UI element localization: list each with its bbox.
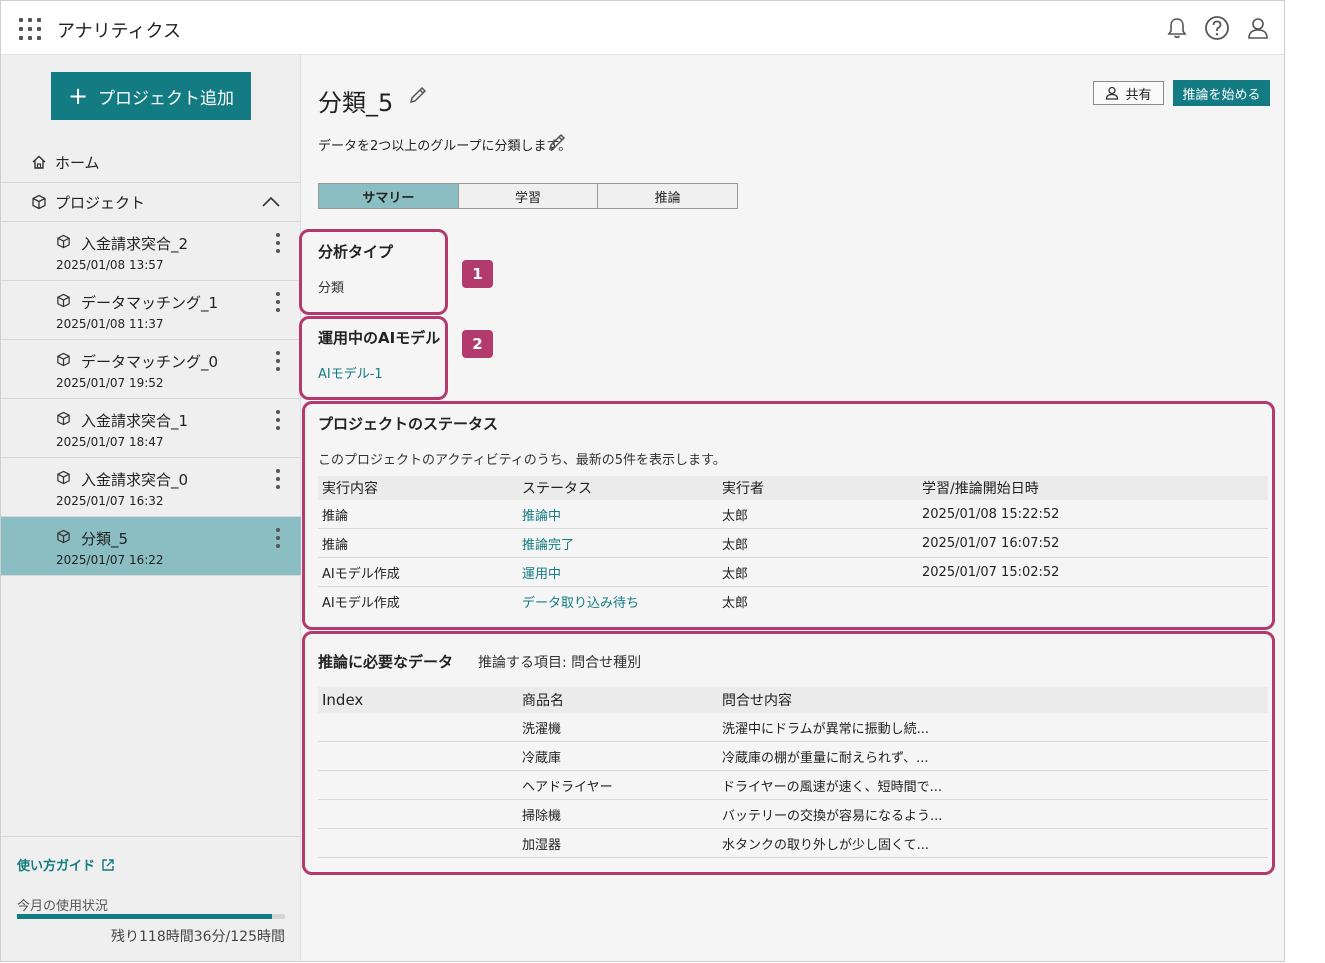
cube-icon — [57, 234, 70, 249]
app-launcher-icon[interactable] — [19, 18, 41, 40]
project-name: 入金請求突合_1 — [81, 412, 189, 430]
cube-icon — [57, 411, 70, 426]
nav-home[interactable]: ホーム — [1, 143, 301, 181]
project-item[interactable]: 入金請求突合_0 2025/01/07 16:32 — [1, 458, 301, 517]
more-options-icon[interactable] — [276, 292, 280, 314]
callout-frame — [302, 631, 1275, 875]
top-bar: アナリティクス — [1, 1, 1284, 55]
project-name: 入金請求突合_0 — [81, 471, 189, 489]
cube-icon — [57, 529, 70, 544]
help-icon[interactable] — [1204, 15, 1230, 41]
callout-frame — [302, 401, 1275, 630]
callout-frame — [299, 316, 448, 400]
usage-label: 今月の使用状況 — [17, 899, 109, 914]
project-item[interactable]: データマッチング_0 2025/01/07 19:52 — [1, 340, 301, 399]
usage-guide-label: 使い方ガイド — [17, 859, 96, 874]
project-description: データを2つ以上のグループに分類します。 — [318, 139, 572, 154]
project-date: 2025/01/08 13:57 — [56, 258, 164, 272]
usage-guide-link[interactable]: 使い方ガイド — [17, 855, 115, 874]
page-title: 分類_5 — [318, 89, 394, 117]
project-list: 入金請求突合_2 2025/01/08 13:57 データマッチング_1 202… — [1, 222, 301, 576]
user-icon — [1106, 86, 1119, 100]
nav-projects-label: プロジェクト — [55, 193, 146, 212]
nav-home-label: ホーム — [55, 153, 100, 172]
home-icon — [32, 155, 46, 169]
more-options-icon[interactable] — [276, 528, 280, 550]
sidebar-footer: 使い方ガイド 今月の使用状況 残り118時間36分/125時間 — [1, 836, 301, 961]
app-window: アナリティクス + プロジェクト追加 ホーム プロジェクト 入金請求突合_2 2… — [0, 0, 1285, 962]
add-project-button[interactable]: + プロジェクト追加 — [51, 72, 251, 120]
sidebar: + プロジェクト追加 ホーム プロジェクト 入金請求突合_2 2025/01/0… — [1, 55, 301, 961]
project-date: 2025/01/08 11:37 — [56, 317, 164, 331]
cube-icon — [32, 194, 46, 210]
user-icon[interactable] — [1245, 15, 1271, 41]
project-date: 2025/01/07 19:52 — [56, 376, 164, 390]
cube-icon — [57, 293, 70, 308]
callout-badge: 1 — [462, 260, 493, 288]
project-date: 2025/01/07 16:22 — [56, 553, 164, 567]
more-options-icon[interactable] — [276, 351, 280, 373]
project-name: 分類_5 — [81, 530, 129, 548]
project-date: 2025/01/07 16:32 — [56, 494, 164, 508]
callout-badge: 2 — [462, 330, 493, 358]
project-item-selected[interactable]: 分類_5 2025/01/07 16:22 — [1, 517, 301, 576]
project-date: 2025/01/07 18:47 — [56, 435, 164, 449]
add-project-label: プロジェクト追加 — [98, 88, 235, 109]
main-content: 分類_5 データを2つ以上のグループに分類します。 共有 推論を始める サマリー… — [299, 55, 1284, 961]
usage-progress-fill — [17, 914, 272, 919]
project-item[interactable]: 入金請求突合_2 2025/01/08 13:57 — [1, 222, 301, 281]
edit-pencil-icon[interactable] — [407, 84, 429, 106]
cube-icon — [57, 352, 70, 367]
project-name: データマッチング_1 — [81, 294, 219, 312]
tab-inference[interactable]: 推論 — [598, 184, 738, 208]
chevron-up-icon[interactable] — [261, 194, 281, 210]
usage-progress-bar — [17, 914, 285, 919]
plus-icon: + — [67, 82, 89, 110]
project-item[interactable]: 入金請求突合_1 2025/01/07 18:47 — [1, 399, 301, 458]
project-name: 入金請求突合_2 — [81, 235, 189, 253]
callout-frame — [299, 229, 448, 315]
bell-icon[interactable] — [1164, 15, 1190, 41]
tab-training[interactable]: 学習 — [458, 184, 599, 208]
nav-projects[interactable]: プロジェクト — [1, 182, 301, 222]
tab-summary[interactable]: サマリー — [319, 184, 459, 208]
cube-icon — [57, 470, 70, 485]
more-options-icon[interactable] — [276, 233, 280, 255]
start-inference-button[interactable]: 推論を始める — [1173, 80, 1270, 106]
share-label: 共有 — [1125, 87, 1152, 103]
tab-bar: サマリー 学習 推論 — [318, 183, 738, 209]
edit-pencil-icon[interactable] — [546, 131, 568, 153]
external-link-icon — [102, 858, 114, 871]
app-title: アナリティクス — [57, 21, 182, 42]
project-name: データマッチング_0 — [81, 353, 219, 371]
more-options-icon[interactable] — [276, 410, 280, 432]
share-button[interactable]: 共有 — [1093, 81, 1164, 105]
project-item[interactable]: データマッチング_1 2025/01/08 11:37 — [1, 281, 301, 340]
usage-remaining: 残り118時間36分/125時間 — [111, 929, 285, 945]
more-options-icon[interactable] — [276, 469, 280, 491]
